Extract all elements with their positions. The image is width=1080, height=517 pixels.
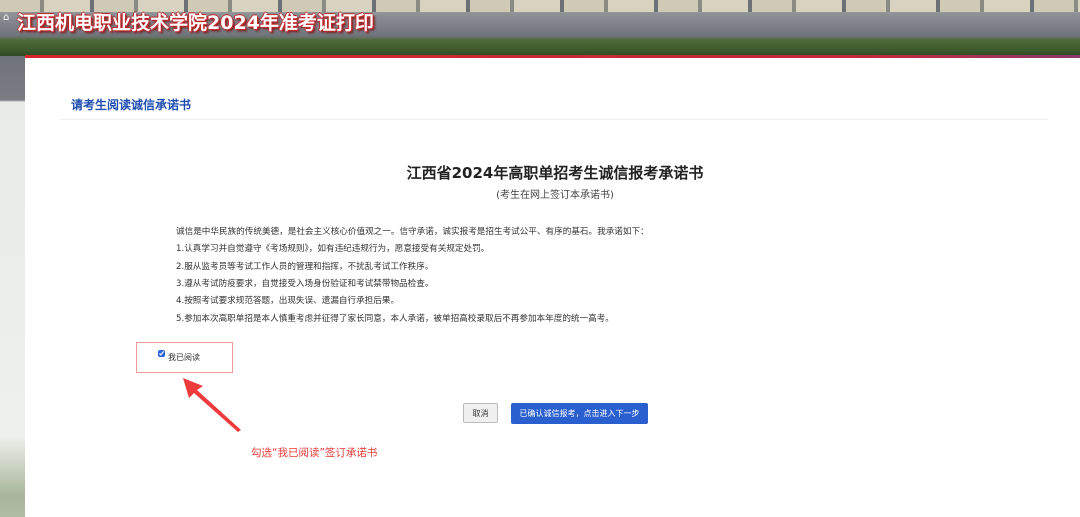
annotation-text: 勾选“我已阅读”签订承诺书	[251, 447, 378, 459]
letter-title: 江西省2024年高职单招考生诚信报考承诺书	[406, 164, 704, 182]
agree-label[interactable]: 我已阅读	[168, 352, 200, 363]
section-title: 请考生阅读诚信承诺书	[71, 98, 192, 112]
section-divider	[60, 119, 1048, 120]
letter-line: 4.按照考试要求规范答题，出现失误、遗漏自行承担后果。	[176, 296, 400, 306]
letter-line: 5.参加本次高职单招是本人慎重考虑并征得了家长同意，本人承诺，被单招高校录取后不…	[176, 314, 614, 324]
letter-line: 1.认真学习并自觉遵守《考场规则》，如有违纪违规行为，愿意接受有关规定处罚。	[176, 244, 490, 254]
letter-line: 诚信是中华民族的传统美德，是社会主义核心价值观之一。信守承诺，诚实报考是招生考试…	[176, 227, 649, 237]
letter-line: 2.服从监考员等考试工作人员的管理和指挥，不扰乱考试工作秩序。	[176, 262, 434, 272]
agree-checkbox[interactable]	[158, 350, 165, 357]
home-icon[interactable]: ⌂	[3, 12, 9, 23]
cancel-button[interactable]: 取消	[463, 403, 498, 423]
confirm-next-button[interactable]: 已确认诚信报考，点击进入下一步	[511, 403, 648, 424]
letter-subtitle: (考生在网上签订本承诺书)	[496, 190, 614, 201]
background-image	[0, 56, 26, 517]
annotation-arrow-icon	[183, 378, 241, 432]
site-title: 江西机电职业技术学院2024年准考证打印	[17, 12, 374, 34]
letter-line: 3.遵从考试防疫要求，自觉接受入场身份验证和考试禁带物品检查。	[176, 279, 434, 289]
